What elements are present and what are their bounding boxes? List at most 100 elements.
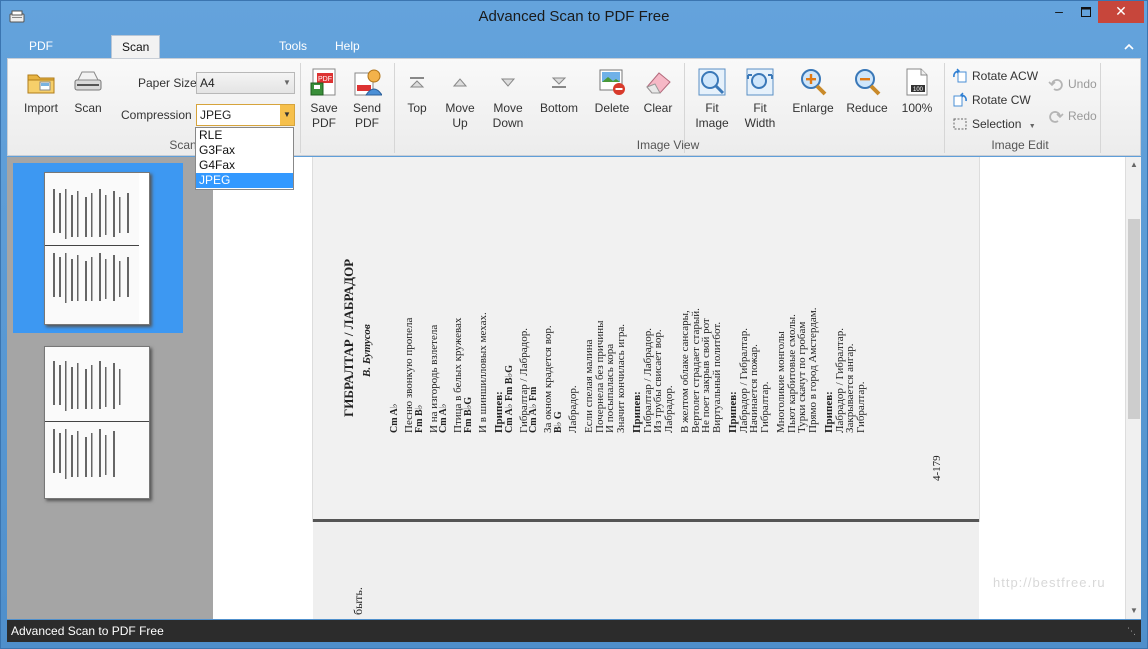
- document-line: Прямо в город Амстердам.: [806, 307, 819, 433]
- move-bottom-icon: [544, 67, 574, 97]
- undo-button[interactable]: Undo: [1048, 75, 1097, 93]
- top-label: Top: [407, 101, 427, 115]
- save-pdf-icon: PDF: [309, 67, 339, 97]
- move-top-icon: [402, 67, 432, 97]
- fit-width-button[interactable]: Fit Width: [738, 67, 782, 131]
- ribbon: Import Scan Paper Size A4 ▼ Compression …: [7, 58, 1141, 156]
- selection-button[interactable]: Selection ▼: [952, 115, 1036, 133]
- import-button[interactable]: Import: [18, 67, 64, 116]
- move-down-label-1: Move: [493, 101, 523, 115]
- document-line: Fm B♭G: [462, 396, 474, 433]
- tab-scan-to-pdf[interactable]: Scan to PDF / JPG to PDF: [111, 35, 161, 192]
- rotate-cw-button[interactable]: Rotate CW: [952, 91, 1031, 109]
- reduce-button[interactable]: Reduce: [842, 67, 892, 116]
- enlarge-label: Enlarge: [792, 101, 834, 115]
- vertical-scrollbar[interactable]: ▲ ▼: [1125, 157, 1141, 619]
- document-line: Гибралтар.: [854, 381, 867, 433]
- compression-option-g3fax[interactable]: G3Fax: [196, 143, 293, 158]
- watermark-text: http://bestfree.ru: [993, 575, 1106, 590]
- document-line: И в шиншилловых мехах.: [476, 312, 489, 433]
- enlarge-button[interactable]: Enlarge: [788, 67, 838, 116]
- clear-button[interactable]: Clear: [638, 67, 678, 116]
- send-pdf-label-1: Send: [352, 101, 382, 115]
- paper-size-select[interactable]: A4 ▼: [196, 72, 295, 94]
- move-up-label-1: Move: [445, 101, 475, 115]
- selection-label: Selection: [972, 117, 1022, 131]
- rotate-left-icon: [952, 68, 968, 84]
- fit-image-icon: [697, 67, 727, 97]
- document-line: Cm A♭: [438, 403, 449, 433]
- save-pdf-button[interactable]: PDF Save PDF: [306, 67, 342, 131]
- save-pdf-label-2: PDF: [312, 116, 336, 130]
- move-up-label-2: Up: [452, 116, 468, 130]
- zoom-100-button[interactable]: 100 100%: [898, 67, 936, 116]
- fit-width-label-1: Fit: [753, 101, 767, 115]
- chevron-down-icon: ▼: [283, 78, 291, 87]
- resize-grip-icon[interactable]: ⋱: [1127, 626, 1137, 636]
- compression-dropdown-list: RLE G3Fax G4Fax JPEG: [195, 127, 294, 190]
- send-pdf-label-2: PDF: [355, 116, 379, 130]
- document-line: Cm A♭ Fm B♭G: [503, 364, 515, 433]
- group-divider: [300, 63, 301, 153]
- ribbon-collapse-icon[interactable]: [1123, 41, 1135, 53]
- undo-icon: [1048, 76, 1064, 92]
- page-separator: [313, 519, 979, 522]
- window-title: Advanced Scan to PDF Free: [478, 8, 670, 25]
- fit-image-button[interactable]: Fit Image: [690, 67, 734, 131]
- eraser-icon: [643, 67, 673, 97]
- app-window: Advanced Scan to PDF Free – ✕ PDF Previe…: [0, 0, 1148, 649]
- scan-label: Scan: [74, 101, 102, 115]
- delete-label: Delete: [594, 101, 630, 115]
- bottom-button[interactable]: Bottom: [536, 67, 582, 116]
- zoom-in-icon: [798, 67, 828, 97]
- compression-label: Compression: [121, 108, 192, 122]
- scroll-up-icon[interactable]: ▲: [1126, 157, 1142, 173]
- paper-size-value: A4: [200, 76, 215, 90]
- rotate-acw-button[interactable]: Rotate ACW: [952, 67, 1038, 85]
- next-page-text: быть.: [351, 587, 365, 615]
- compression-option-g4fax[interactable]: G4Fax: [196, 158, 293, 173]
- image-view-group-label: Image View: [636, 138, 700, 152]
- image-preview-area[interactable]: ГИБРАЛТАР / ЛАБРАДОР В. Бутусов Cm A♭ Пес…: [213, 157, 1125, 619]
- zoom-out-icon: [852, 67, 882, 97]
- scan-button[interactable]: Scan: [68, 67, 108, 116]
- close-button[interactable]: ✕: [1098, 1, 1144, 23]
- tab-pdf-preview[interactable]: PDF Preview: [19, 35, 82, 76]
- tab-help[interactable]: Help: [325, 35, 370, 59]
- send-pdf-button[interactable]: Send PDF: [348, 67, 386, 131]
- minimize-button[interactable]: –: [1045, 1, 1073, 23]
- fit-image-label-2: Image: [695, 116, 729, 130]
- compression-select[interactable]: JPEG ▼: [196, 104, 295, 126]
- document-line: Лабрадор.: [566, 385, 579, 433]
- selection-icon: [952, 116, 968, 132]
- maximize-button[interactable]: [1073, 1, 1099, 23]
- page-thumbnail-1[interactable]: [44, 172, 150, 325]
- page-thumbnail-2[interactable]: [44, 346, 150, 499]
- maximize-icon: [1081, 7, 1091, 17]
- tab-tools[interactable]: Tools: [269, 35, 317, 59]
- arrow-up-icon: [445, 67, 475, 97]
- redo-button[interactable]: Redo: [1048, 107, 1097, 125]
- group-divider: [1100, 63, 1101, 153]
- save-pdf-label-1: Save: [310, 101, 338, 115]
- move-down-button[interactable]: Move Down: [486, 67, 530, 131]
- document-line: Cm A♭: [389, 403, 400, 433]
- image-edit-group-label: Image Edit: [991, 138, 1049, 152]
- svg-text:PDF: PDF: [318, 76, 332, 83]
- move-up-button[interactable]: Move Up: [440, 67, 480, 131]
- scroll-down-icon[interactable]: ▼: [1126, 603, 1142, 619]
- compression-option-rle[interactable]: RLE: [196, 128, 293, 143]
- fit-image-label-1: Fit: [705, 101, 719, 115]
- rotate-cw-label: Rotate CW: [972, 93, 1031, 107]
- document-line: Cm A♭ Fm: [528, 386, 539, 433]
- top-button[interactable]: Top: [400, 67, 434, 116]
- reduce-label: Reduce: [846, 101, 888, 115]
- move-down-label-2: Down: [492, 116, 524, 130]
- scrollbar-thumb[interactable]: [1128, 219, 1140, 419]
- folder-icon: [26, 67, 56, 97]
- compression-value: JPEG: [200, 108, 232, 122]
- delete-button[interactable]: Delete: [592, 67, 632, 116]
- compression-option-jpeg[interactable]: JPEG: [196, 173, 293, 188]
- status-bar: Advanced Scan to PDF Free ⋱: [7, 620, 1141, 642]
- rotate-right-icon: [952, 92, 968, 108]
